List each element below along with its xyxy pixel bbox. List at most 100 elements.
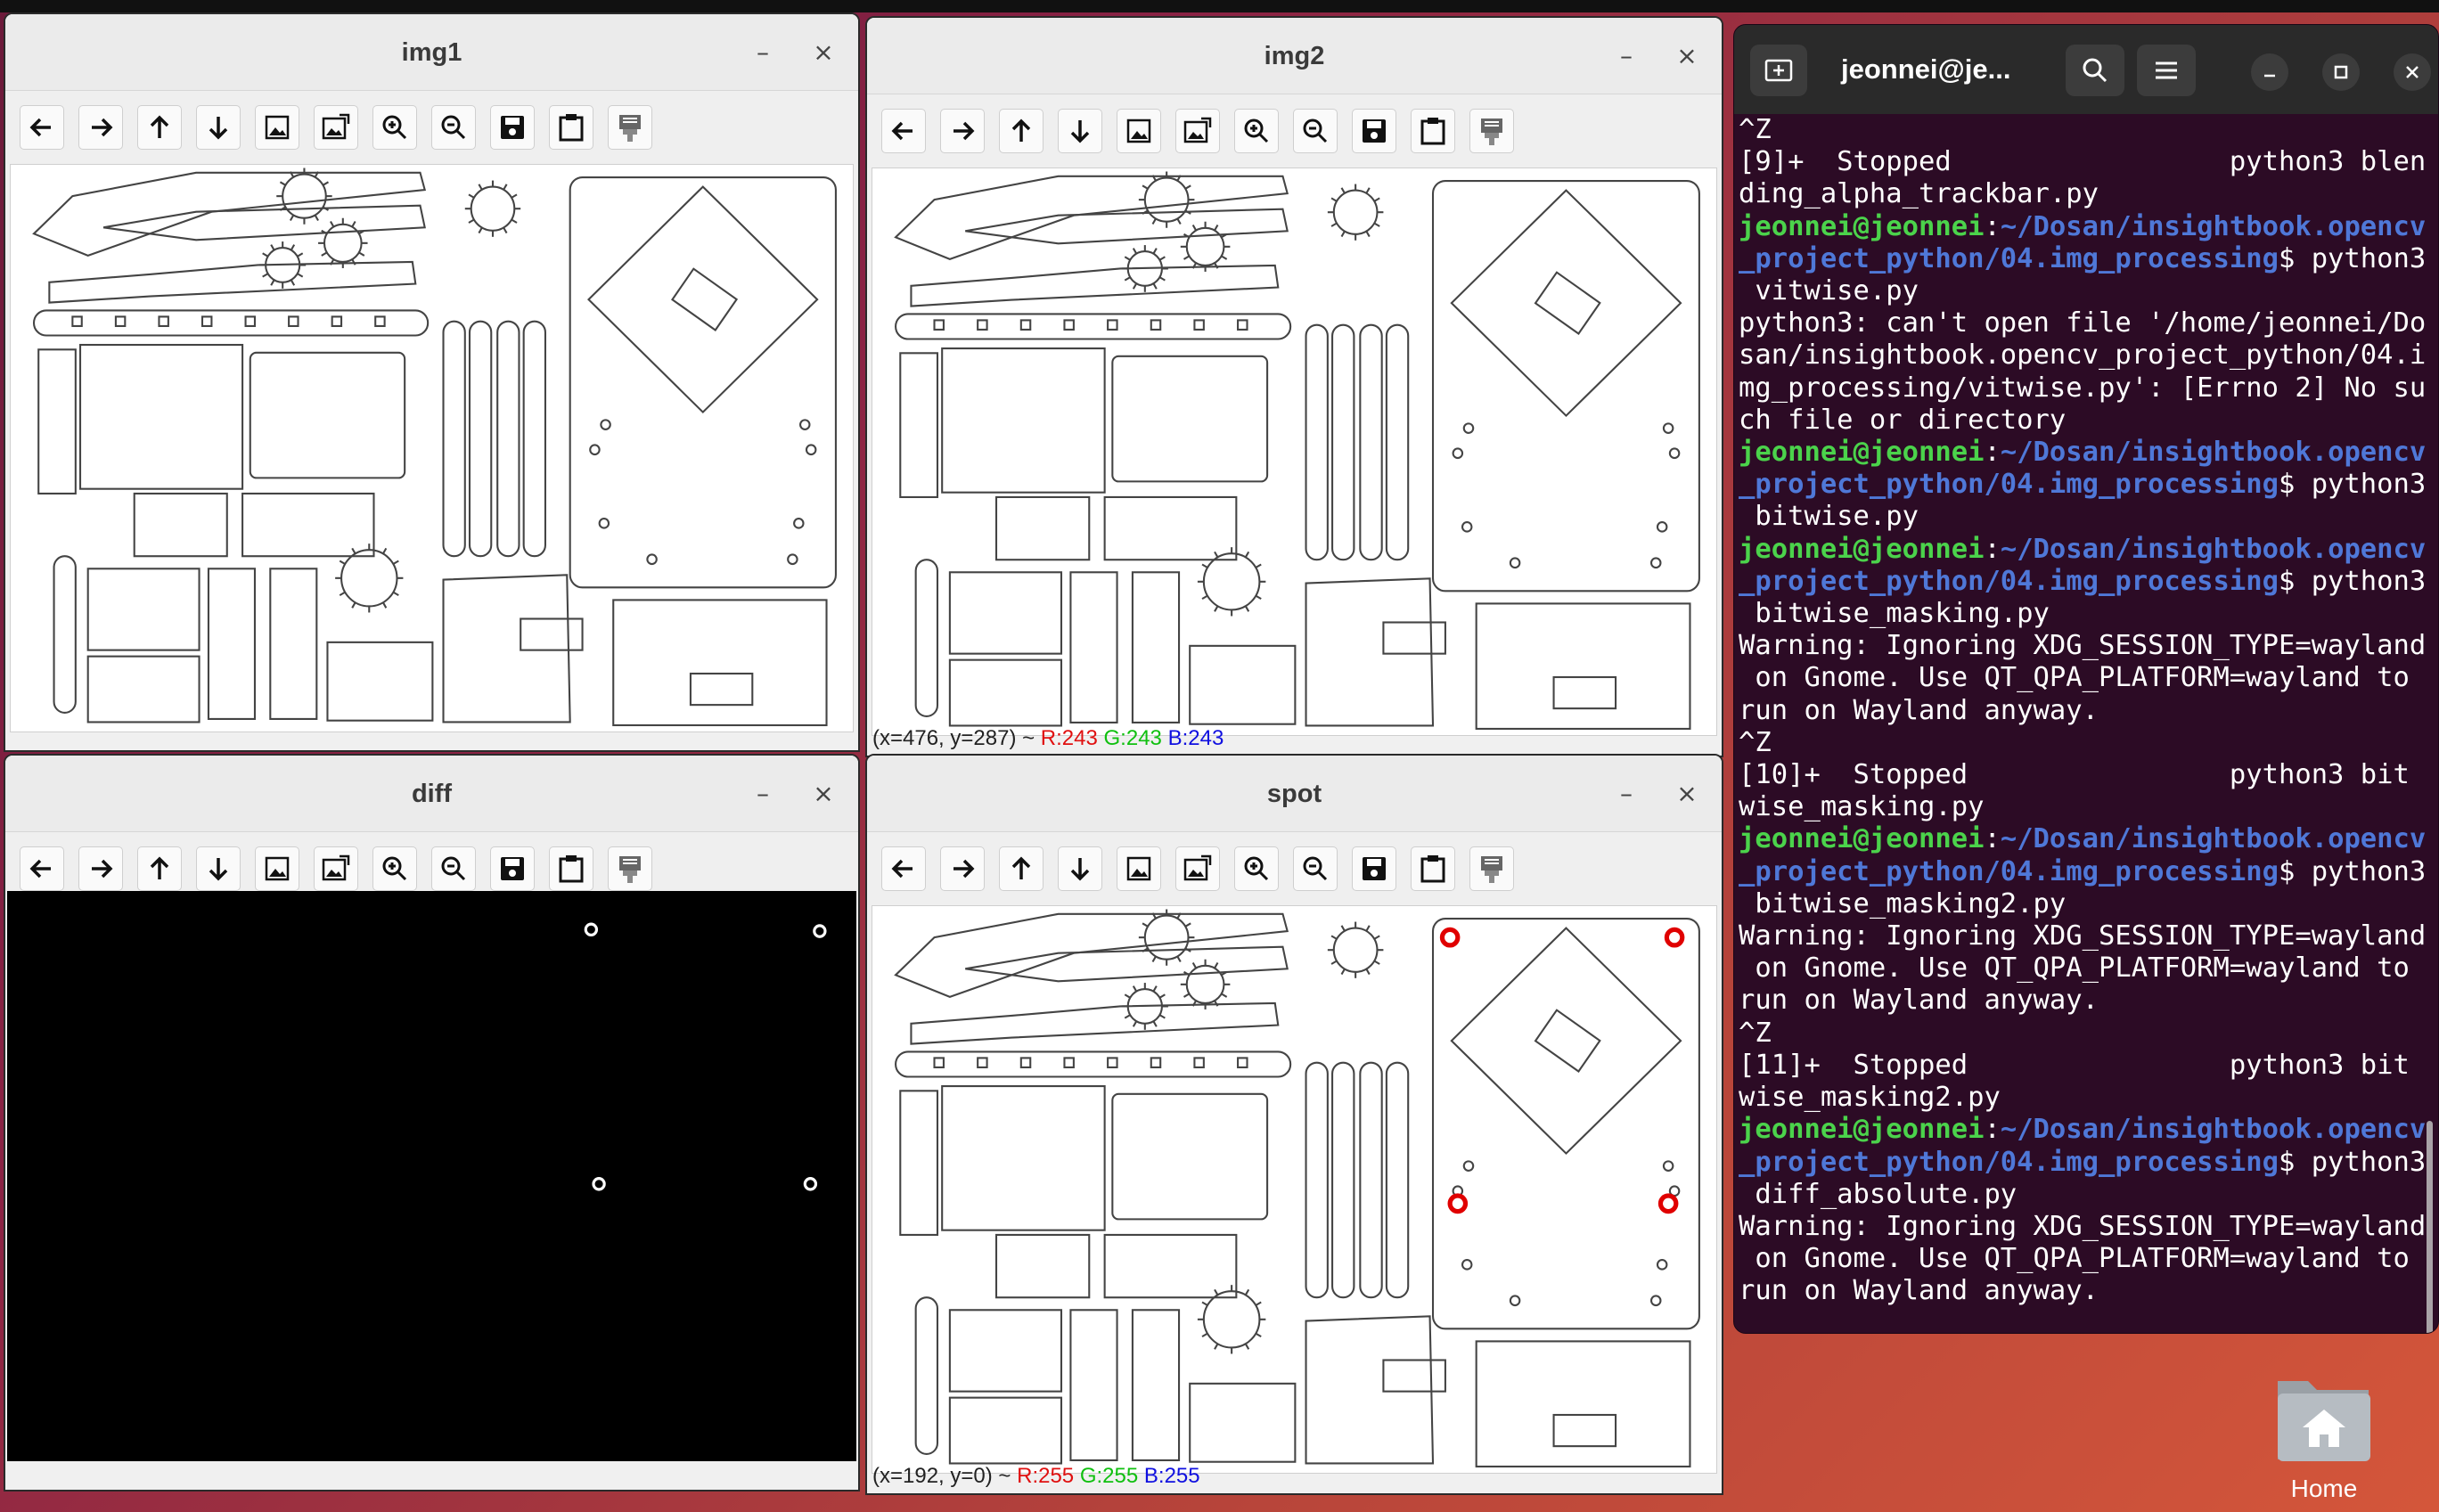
minimize-button[interactable]: – xyxy=(1611,779,1641,809)
arrow-up-button[interactable] xyxy=(137,105,182,150)
zoom-in-button[interactable] xyxy=(372,846,417,891)
arrow-right-button[interactable] xyxy=(940,109,985,153)
terminal-text: [9]+ Stopped python3 blen xyxy=(1739,146,2427,178)
close-button[interactable]: × xyxy=(1672,41,1702,71)
arrow-down-button[interactable] xyxy=(196,105,241,150)
minimize-button[interactable]: – xyxy=(748,37,778,68)
zoom-out-button[interactable] xyxy=(431,105,476,150)
minimize-button[interactable] xyxy=(2251,53,2288,91)
minimize-button[interactable]: – xyxy=(748,779,778,809)
properties-button[interactable] xyxy=(608,105,652,150)
status-bar: (x=476, y=287) ~ R:243 G:243 B:243 xyxy=(867,722,1722,756)
save-button[interactable] xyxy=(1352,109,1396,153)
prompt-command: $ python3 xyxy=(2278,565,2427,597)
clipboard-button[interactable] xyxy=(1411,109,1455,153)
clipboard-icon xyxy=(559,855,584,883)
save-icon xyxy=(1363,857,1386,880)
arrow-up-button[interactable] xyxy=(137,846,182,891)
image-export-button[interactable] xyxy=(314,105,358,150)
prompt-path: _project_python/04.img_processing xyxy=(1739,855,2279,887)
prompt-command: $ python3 xyxy=(2278,469,2427,501)
minimize-button[interactable]: – xyxy=(1611,41,1641,71)
maximize-icon xyxy=(2334,65,2348,79)
arrow-down-button[interactable] xyxy=(196,846,241,891)
close-button[interactable]: × xyxy=(1672,779,1702,809)
arrow-right-button[interactable] xyxy=(78,846,123,891)
arrow-left-icon xyxy=(29,118,51,137)
zoom-out-button[interactable] xyxy=(1293,109,1338,153)
image-export-button[interactable] xyxy=(314,846,358,891)
arrow-down-button[interactable] xyxy=(1058,846,1102,891)
save-button[interactable] xyxy=(490,105,535,150)
clipboard-button[interactable] xyxy=(549,105,593,150)
image-canvas[interactable] xyxy=(10,164,854,732)
arrow-up-icon xyxy=(150,115,169,138)
image-button[interactable] xyxy=(255,846,299,891)
maximize-button[interactable] xyxy=(2322,53,2360,91)
zoom-out-button[interactable] xyxy=(1293,846,1338,891)
titlebar[interactable]: spot – × xyxy=(867,756,1722,832)
terminal-headerbar[interactable]: jeonnei@je... xyxy=(1734,25,2438,114)
close-button[interactable]: × xyxy=(808,779,839,809)
zoom-in-button[interactable] xyxy=(1234,109,1279,153)
arrow-left-button[interactable] xyxy=(881,109,926,153)
clipboard-button[interactable] xyxy=(1411,846,1455,891)
parts-drawing xyxy=(894,171,1700,731)
terminal-line: mg_processing/vitwise.py': [Errno 2] No … xyxy=(1739,372,2426,405)
home-folder-icon[interactable] xyxy=(2272,1363,2376,1467)
zoom-in-icon xyxy=(382,856,407,881)
arrow-down-icon xyxy=(1070,120,1090,143)
terminal-text: ^Z xyxy=(1739,114,1772,145)
arrow-left-button[interactable] xyxy=(20,846,64,891)
arrow-up-button[interactable] xyxy=(999,109,1044,153)
menu-button[interactable] xyxy=(2137,45,2196,96)
terminal-scrollbar[interactable] xyxy=(2427,1121,2433,1333)
titlebar[interactable]: img2 – × xyxy=(867,18,1722,94)
titlebar[interactable]: img1 – × xyxy=(5,14,858,91)
prompt-path: _project_python/04.img_processing xyxy=(1739,565,2279,597)
arrow-left-button[interactable] xyxy=(20,105,64,150)
terminal-line: on Gnome. Use QT_QPA_PLATFORM=wayland to xyxy=(1739,952,2422,985)
image-button[interactable] xyxy=(1117,109,1161,153)
properties-button[interactable] xyxy=(1469,846,1514,891)
image-icon xyxy=(1126,856,1151,881)
status-green: G:255 xyxy=(1079,1464,1139,1488)
clipboard-button[interactable] xyxy=(549,846,593,891)
save-button[interactable] xyxy=(490,846,535,891)
search-button[interactable] xyxy=(2066,45,2124,96)
terminal-output[interactable]: ^Z [9]+ Stopped python3 blen ding_alpha_tr… xyxy=(1739,114,2426,1333)
image-button[interactable] xyxy=(255,105,299,150)
close-button[interactable] xyxy=(2394,53,2431,91)
zoom-in-button[interactable] xyxy=(1234,846,1279,891)
image-canvas[interactable] xyxy=(872,905,1717,1474)
arrow-left-button[interactable] xyxy=(881,846,926,891)
titlebar[interactable]: diff – × xyxy=(5,756,858,832)
arrow-down-icon xyxy=(209,117,228,140)
image-canvas[interactable] xyxy=(872,168,1717,736)
image-export-button[interactable] xyxy=(1175,109,1220,153)
close-button[interactable]: × xyxy=(808,37,839,68)
zoom-in-button[interactable] xyxy=(372,105,417,150)
toolbar xyxy=(5,91,858,164)
arrow-right-button[interactable] xyxy=(78,105,123,150)
zoom-out-button[interactable] xyxy=(431,846,476,891)
image-export-button[interactable] xyxy=(1175,846,1220,891)
terminal-line: bitwise_masking.py xyxy=(1739,598,2422,630)
arrow-up-button[interactable] xyxy=(999,846,1044,891)
window-img1: img1 – × xyxy=(4,12,860,752)
terminal-text: python3: can't open file '/home/jeonnei/… xyxy=(1739,307,2427,339)
arrow-down-button[interactable] xyxy=(1058,109,1102,153)
terminal-text: on Gnome. Use QT_QPA_PLATFORM=wayland to xyxy=(1739,662,2410,694)
arrow-up-icon xyxy=(150,856,169,879)
save-button[interactable] xyxy=(1352,846,1396,891)
image-export-icon xyxy=(322,113,350,140)
arrow-left-icon xyxy=(891,859,913,879)
arrow-right-button[interactable] xyxy=(940,846,985,891)
properties-button[interactable] xyxy=(1469,109,1514,153)
new-tab-button[interactable] xyxy=(1750,45,1807,96)
image-canvas[interactable] xyxy=(7,891,856,1461)
terminal-line: _project_python/04.img_processing$ pytho… xyxy=(1739,1147,2426,1179)
properties-button[interactable] xyxy=(608,846,652,891)
terminal-text: wise_masking2.py xyxy=(1739,1082,2001,1114)
image-button[interactable] xyxy=(1117,846,1161,891)
